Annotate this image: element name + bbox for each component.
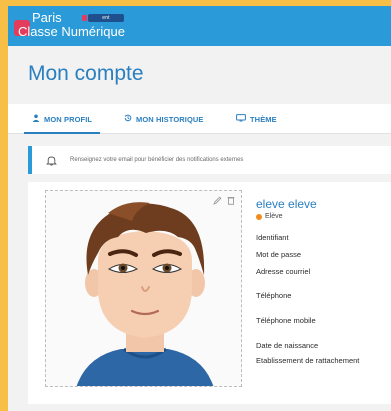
field-identifiant: Identifiant	[256, 233, 289, 242]
avatar	[76, 202, 214, 386]
notice-text: Renseignez votre email pour bénéficier d…	[70, 157, 244, 163]
notification-banner: Renseignez votre email pour bénéficier d…	[28, 146, 391, 174]
photo-tools	[213, 196, 235, 207]
role-label: Elève	[265, 213, 283, 220]
field-telephone-mobile: Téléphone mobile	[256, 316, 316, 325]
avatar-container[interactable]	[45, 190, 242, 387]
status-dot	[256, 213, 262, 220]
brand-line-1[interactable]: Paris	[32, 11, 62, 25]
tab-label: THÈME	[250, 114, 277, 124]
edit-icon[interactable]	[213, 196, 222, 207]
field-date-de-naissance: Date de naissance	[256, 341, 319, 350]
bell-icon	[44, 155, 58, 166]
monitor-icon	[236, 114, 246, 124]
page-title: Mon compte	[28, 62, 144, 85]
user-name: eleve eleve	[256, 197, 317, 211]
role-badge: Elève	[256, 213, 283, 220]
tab-label: MON PROFIL	[44, 114, 93, 124]
tab-theme[interactable]: THÈME	[236, 104, 277, 134]
header-bar: Paris Classe Numérique ent	[8, 6, 391, 46]
person-icon	[32, 114, 40, 124]
field-adresse-courriel: Adresse courriel	[256, 267, 311, 276]
history-icon	[124, 114, 132, 124]
tab-bar: MON PROFIL MON HISTORIQUE THÈME	[8, 104, 391, 134]
tab-mon-historique[interactable]: MON HISTORIQUE	[124, 104, 204, 134]
brand-line-2[interactable]: Classe Numérique	[18, 25, 125, 39]
tab-label: MON HISTORIQUE	[136, 114, 204, 124]
tab-mon-profil[interactable]: MON PROFIL	[23, 104, 101, 134]
field-mot-de-passe: Mot de passe	[256, 250, 302, 259]
app-frame: Paris Classe Numérique ent Mon compte MO…	[8, 6, 391, 411]
brand-badge: ent	[82, 14, 124, 22]
field-telephone: Téléphone	[256, 291, 292, 300]
delete-icon[interactable]	[227, 196, 235, 207]
field-etablissement: Etablissement de rattachement	[256, 356, 360, 365]
profile-card: eleve eleve Elève Identifiant Mot de pas…	[28, 182, 391, 404]
